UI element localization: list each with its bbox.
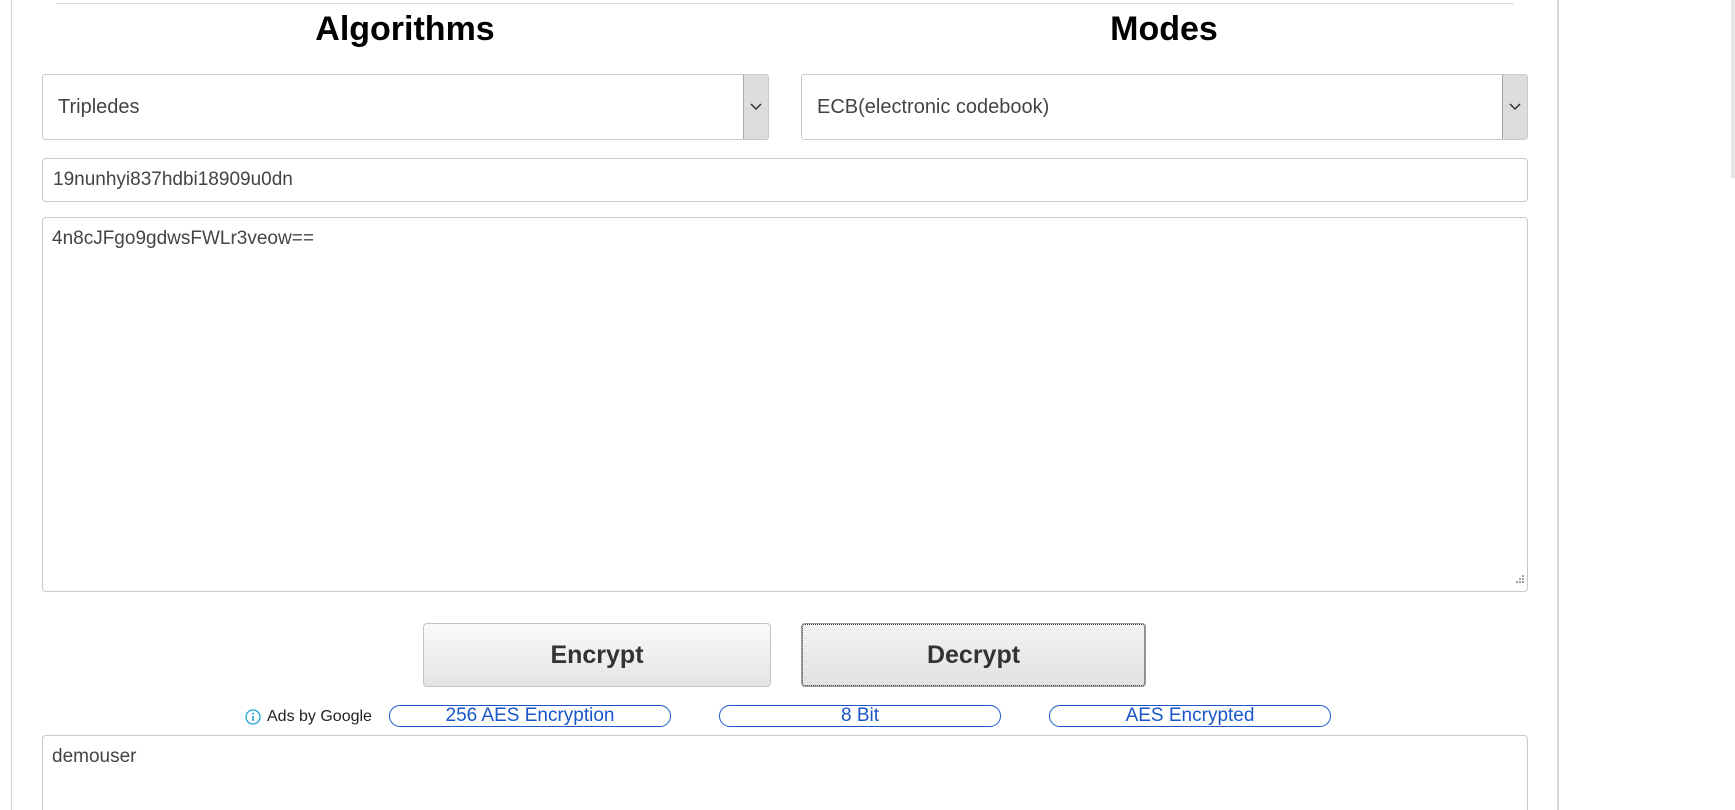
ads-by-google[interactable]: Ads by Google — [245, 706, 372, 728]
left-border — [11, 0, 12, 810]
mode-select[interactable]: ECB(electronic codebook) — [801, 74, 1528, 140]
ad-link-aes-encrypted[interactable]: AES Encrypted — [1049, 705, 1331, 727]
resize-grip-icon[interactable] — [1513, 571, 1525, 589]
ads-label-text: Ads by Google — [267, 708, 372, 725]
algorithms-heading: Algorithms — [315, 10, 495, 48]
ad-link-8-bit[interactable]: 8 Bit — [719, 705, 1001, 727]
input-text-area[interactable]: 4n8cJFgo9gdwsFWLr3veow== — [42, 217, 1528, 592]
info-icon[interactable] — [245, 709, 261, 725]
output-text-area[interactable]: demouser — [42, 735, 1528, 810]
page: Algorithms Modes Tripledes ECB(electroni… — [0, 0, 1735, 810]
top-divider — [56, 3, 1514, 4]
ad-link-256-aes-encryption[interactable]: 256 AES Encryption — [389, 705, 671, 727]
input-text-value: 4n8cJFgo9gdwsFWLr3veow== — [52, 228, 314, 249]
output-text-value: demouser — [52, 746, 137, 767]
scrollbar-thumb[interactable] — [1731, 0, 1735, 178]
right-border — [1557, 0, 1559, 810]
modes-heading: Modes — [1110, 10, 1218, 48]
mode-select-value: ECB(electronic codebook) — [817, 96, 1050, 118]
decrypt-button[interactable]: Decrypt — [801, 623, 1146, 687]
encrypt-button[interactable]: Encrypt — [423, 623, 771, 687]
chevron-down-icon[interactable] — [1502, 75, 1527, 139]
algorithm-select[interactable]: Tripledes — [42, 74, 769, 140]
chevron-down-icon[interactable] — [743, 75, 768, 139]
algorithm-select-value: Tripledes — [58, 96, 140, 118]
secret-key-input[interactable] — [42, 158, 1528, 202]
